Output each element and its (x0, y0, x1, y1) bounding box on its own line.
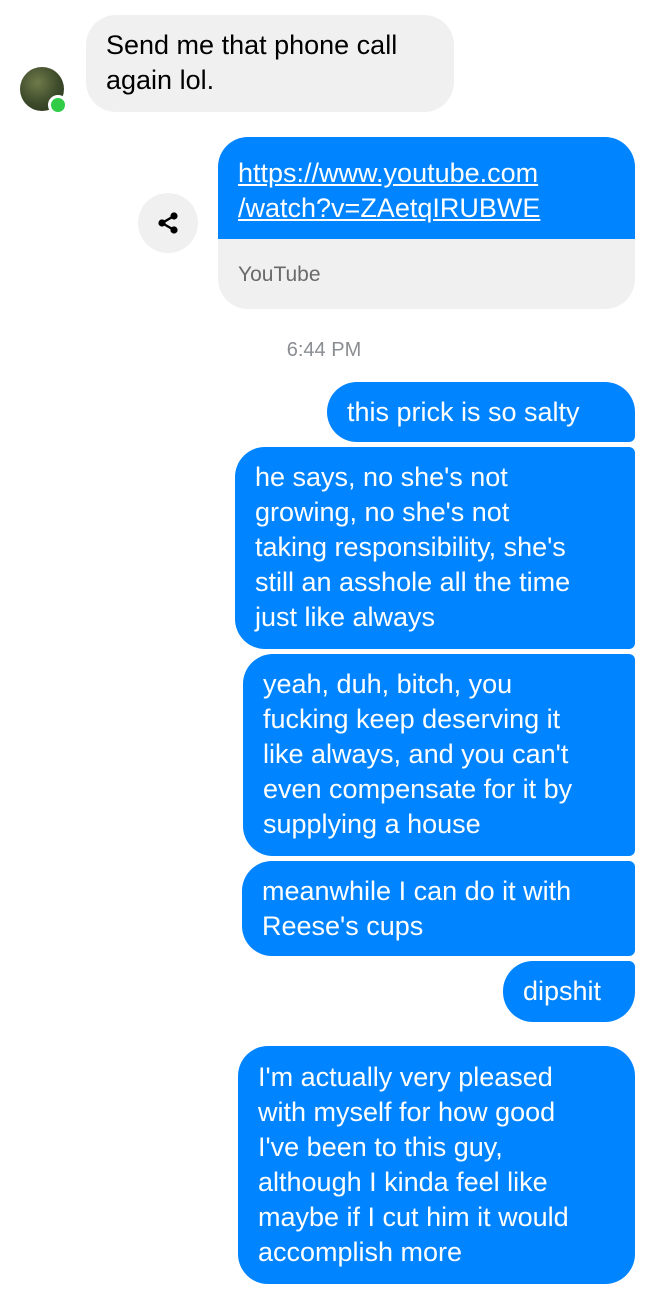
message-line: accomplish more (258, 1237, 463, 1267)
link-url-line: /watch?v=ZAetqIRUBWE (238, 193, 541, 223)
incoming-message[interactable]: Send me that phone call again lol. (86, 15, 454, 112)
message-line: I'm actually very pleased (258, 1062, 553, 1092)
message-timestamp: 6:44 PM (286, 339, 362, 361)
outgoing-message[interactable]: he says, no she's not growing, no she's … (235, 447, 635, 649)
share-button[interactable] (138, 193, 198, 253)
message-line: again lol. (106, 65, 215, 95)
link-url-line: https://www.youtube.com (238, 158, 539, 188)
message-line: taking responsibility, she's (255, 532, 566, 562)
message-line: with myself for how good (258, 1097, 556, 1127)
message-line: he says, no she's not (255, 462, 508, 492)
contact-avatar[interactable] (20, 67, 68, 115)
message-line: growing, no she's not (255, 497, 510, 527)
message-line: Send me that phone call (106, 30, 398, 60)
message-line: even compensate for it by (263, 774, 573, 804)
online-status-dot (48, 95, 68, 115)
link-url[interactable]: https://www.youtube.com /watch?v=ZAetqIR… (218, 137, 635, 239)
outgoing-message[interactable]: meanwhile I can do it with Reese's cups (242, 861, 635, 956)
outgoing-message[interactable]: I'm actually very pleased with myself fo… (238, 1046, 635, 1284)
message-line: fucking keep deserving it (263, 704, 561, 734)
message-line: dipshit (523, 976, 602, 1006)
message-line: I've been to this guy, (258, 1132, 503, 1162)
message-line: just like always (255, 602, 436, 632)
message-line: supplying a house (263, 809, 481, 839)
message-line: although I kinda feel like (258, 1167, 548, 1197)
outgoing-message[interactable]: this prick is so salty (327, 382, 635, 442)
outgoing-message[interactable]: yeah, duh, bitch, you fucking keep deser… (243, 654, 635, 856)
message-line: like always, and you can't (263, 739, 569, 769)
outgoing-message[interactable]: dipshit (503, 961, 635, 1022)
share-icon (158, 212, 178, 234)
message-line: yeah, duh, bitch, you (263, 669, 513, 699)
message-line: still an asshole all the time (255, 567, 571, 597)
message-line: this prick is so salty (347, 397, 580, 427)
message-line: meanwhile I can do it with (262, 876, 572, 906)
message-line: maybe if I cut him it would (258, 1202, 569, 1232)
shared-link-card[interactable]: https://www.youtube.com /watch?v=ZAetqIR… (218, 137, 635, 309)
message-line: Reese's cups (262, 911, 424, 941)
link-source: YouTube (238, 263, 321, 286)
